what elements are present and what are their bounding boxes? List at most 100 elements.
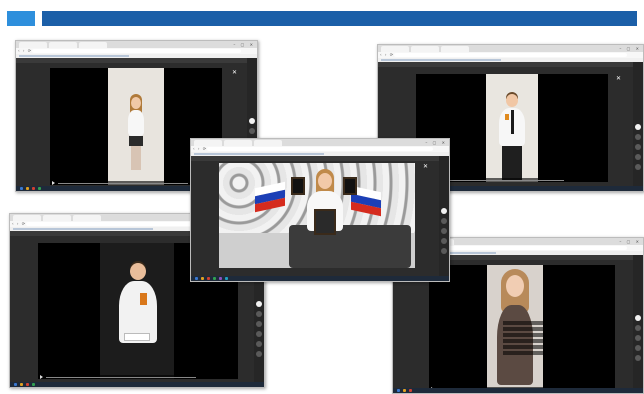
video-viewer	[429, 265, 615, 391]
window-controls[interactable]: – ▢ ✕	[619, 46, 641, 51]
taskbar-icon[interactable]	[219, 277, 222, 280]
rail-button[interactable]	[441, 238, 447, 244]
context-menu-item[interactable]	[503, 327, 543, 331]
white-blouse	[128, 110, 144, 136]
close-icon[interactable]: ✕	[232, 70, 237, 76]
boy-reciting	[496, 92, 528, 182]
rail-button[interactable]	[256, 301, 262, 307]
rail-button[interactable]	[441, 218, 447, 224]
taskbar-icon[interactable]	[207, 277, 210, 280]
url-field[interactable]	[207, 147, 433, 151]
taskbar-icon[interactable]	[201, 277, 204, 280]
rail-button[interactable]	[635, 154, 641, 160]
video-frame	[219, 163, 415, 268]
rail-button[interactable]	[441, 228, 447, 234]
player-controls[interactable]	[38, 375, 238, 379]
taskbar	[10, 382, 264, 387]
head	[318, 173, 332, 189]
taskbar-icon[interactable]	[32, 383, 35, 386]
rail-button[interactable]	[635, 355, 641, 361]
browser-tab-strip: – ▢ ✕	[378, 45, 643, 52]
head	[506, 94, 518, 107]
taskbar-icon[interactable]	[225, 277, 228, 280]
taskbar-icon[interactable]	[213, 277, 216, 280]
header-accent-square	[7, 11, 35, 26]
rail-button[interactable]	[635, 325, 641, 331]
video-frame	[100, 243, 174, 379]
bookmark-link[interactable]	[194, 153, 324, 155]
rail-button[interactable]	[635, 144, 641, 150]
taskbar-icon[interactable]	[38, 187, 41, 190]
rail-button[interactable]	[441, 248, 447, 254]
side-rail	[439, 156, 449, 276]
paper-sheet	[124, 333, 150, 341]
window-controls[interactable]: – ▢ ✕	[425, 140, 447, 145]
bookmark-link[interactable]	[13, 228, 153, 230]
close-icon[interactable]: ✕	[616, 76, 621, 82]
browser-tab-strip: – ▢ ✕	[16, 41, 257, 48]
taskbar-icon[interactable]	[20, 187, 23, 190]
side-rail	[633, 255, 643, 388]
rail-button[interactable]	[635, 164, 641, 170]
presentation-slide: – ▢ ✕ ‹ › ⟳ ⌂ ✕ – ▢ ✕ ‹ › ⟳ ⌂ ✕ ‹ › ⟳ ⌂ …	[0, 0, 644, 394]
rail-button[interactable]	[256, 341, 262, 347]
taskbar-icon[interactable]	[409, 389, 412, 392]
window-controls[interactable]: – ▢ ✕	[619, 239, 641, 244]
black-tie	[511, 110, 514, 134]
play-icon[interactable]	[40, 375, 43, 379]
bookmark-link[interactable]	[381, 59, 501, 61]
rail-button[interactable]	[249, 128, 255, 134]
rail-button[interactable]	[635, 124, 641, 130]
url-field[interactable]	[394, 53, 627, 57]
url-field[interactable]	[32, 49, 241, 53]
head	[506, 275, 524, 297]
taskbar-icon[interactable]	[20, 383, 23, 386]
taskbar-icon[interactable]	[403, 389, 406, 392]
progress-track[interactable]	[46, 376, 196, 378]
boy-with-ribbon	[116, 261, 160, 379]
st-george-ribbon	[140, 293, 147, 305]
taskbar	[191, 276, 449, 281]
close-icon[interactable]: ✕	[423, 164, 428, 170]
girl-with-portrait	[305, 169, 345, 268]
video-frame	[108, 68, 164, 185]
rail-button[interactable]	[635, 315, 641, 321]
context-menu-item[interactable]	[503, 345, 543, 349]
taskbar-icon[interactable]	[397, 389, 400, 392]
taskbar-icon[interactable]	[14, 383, 17, 386]
rail-button[interactable]	[441, 208, 447, 214]
taskbar	[393, 388, 643, 393]
taskbar-icon[interactable]	[195, 277, 198, 280]
taskbar-icon[interactable]	[32, 187, 35, 190]
rail-button[interactable]	[635, 134, 641, 140]
video-room: ✕	[191, 156, 449, 276]
st-george-ribbon	[505, 114, 509, 120]
rail-button[interactable]	[256, 321, 262, 327]
progress-track[interactable]	[58, 182, 188, 184]
screenshot-center: – ▢ ✕ ‹ › ⟳ ⌂ ✕	[190, 138, 450, 282]
context-menu-item[interactable]	[503, 333, 543, 337]
room-header	[378, 62, 643, 67]
held-portrait	[314, 209, 336, 235]
portrait-photo-right	[343, 177, 357, 195]
skirt	[129, 136, 143, 146]
side-rail	[633, 62, 643, 186]
rail-button[interactable]	[635, 345, 641, 351]
context-menu-item[interactable]	[503, 321, 543, 325]
play-icon[interactable]	[52, 181, 55, 185]
trousers	[502, 146, 522, 180]
taskbar-icon[interactable]	[26, 187, 29, 190]
taskbar-icon[interactable]	[26, 383, 29, 386]
context-menu-item[interactable]	[503, 351, 543, 355]
video-frame	[486, 74, 538, 182]
bookmark-link[interactable]	[19, 55, 129, 57]
rail-button[interactable]	[249, 118, 255, 124]
window-controls[interactable]: – ▢ ✕	[233, 42, 255, 47]
rail-button[interactable]	[256, 351, 262, 357]
rail-button[interactable]	[635, 335, 641, 341]
context-menu-item[interactable]	[503, 339, 543, 343]
header-bar	[42, 11, 637, 26]
rail-button[interactable]	[256, 331, 262, 337]
video-viewer	[219, 163, 415, 268]
rail-button[interactable]	[256, 311, 262, 317]
